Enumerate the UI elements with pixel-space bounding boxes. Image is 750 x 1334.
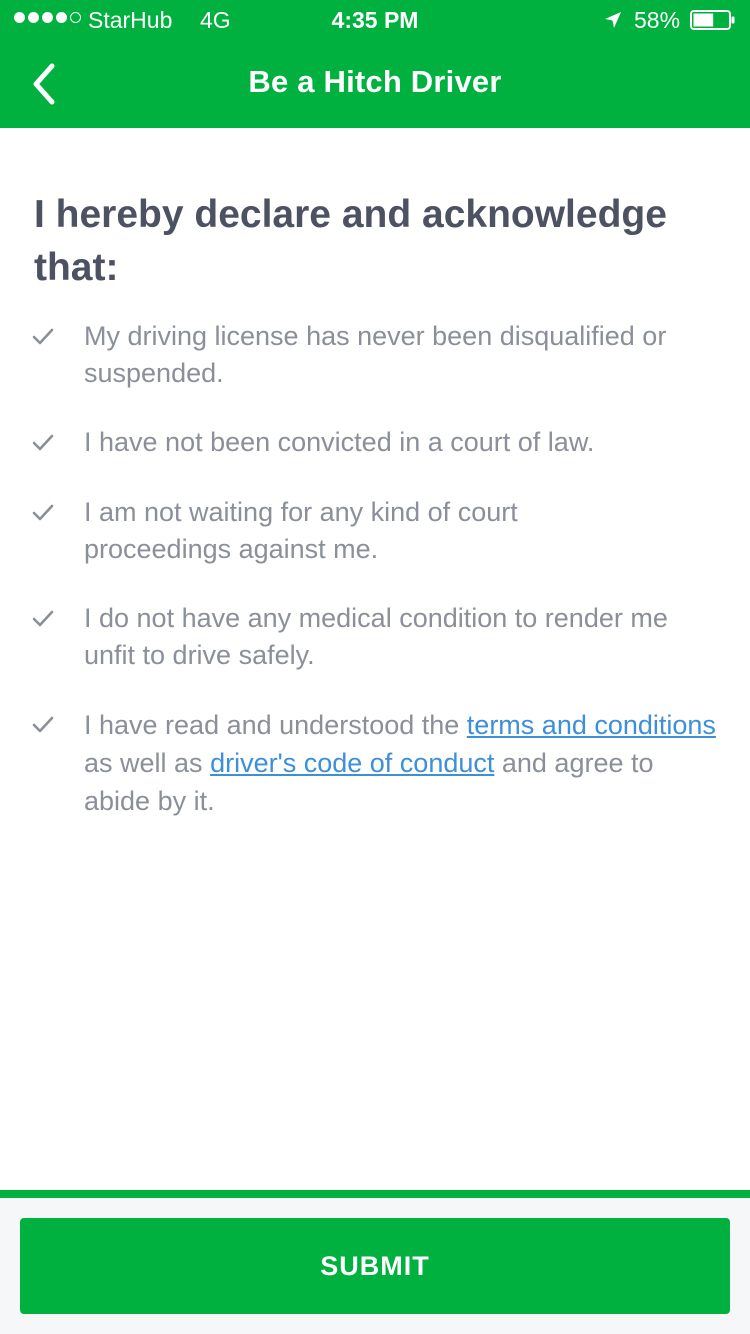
declaration-text: I have not been convicted in a court of … (84, 427, 595, 457)
check-icon (32, 504, 54, 521)
footer: SUBMIT (0, 1190, 750, 1334)
declaration-text-middle: as well as (84, 748, 211, 778)
location-arrow-icon (605, 12, 621, 28)
battery-icon (690, 10, 735, 30)
check-icon (32, 716, 54, 733)
declaration-text: My driving license has never been disqua… (84, 321, 667, 388)
check-icon (32, 434, 54, 451)
check-icon (32, 328, 54, 345)
battery-percentage: 58% (634, 7, 681, 33)
declaration-text: I am not waiting for any kind of court p… (84, 497, 518, 564)
declaration-text: I have read and understood the terms and… (84, 706, 724, 820)
header: StarHub 4G 4:35 PM 58% Be a Hitch Driver (0, 0, 750, 128)
terms-and-conditions-link[interactable]: terms and conditions (467, 710, 716, 740)
submit-button[interactable]: SUBMIT (20, 1218, 730, 1314)
status-bar: StarHub 4G 4:35 PM 58% (0, 0, 750, 40)
declaration-text: I do not have any medical condition to r… (84, 603, 668, 670)
nav-bar: Be a Hitch Driver (0, 40, 750, 128)
screen: StarHub 4G 4:35 PM 58% Be a Hitch Driver… (0, 0, 750, 1334)
check-icon (32, 610, 54, 627)
page-title: Be a Hitch Driver (248, 64, 502, 99)
declaration-text-start: I have read and understood the (84, 710, 467, 740)
drivers-code-of-conduct-link[interactable]: driver's code of conduct (210, 748, 494, 778)
declaration-heading: I hereby declare and acknowledge that: (34, 193, 667, 289)
